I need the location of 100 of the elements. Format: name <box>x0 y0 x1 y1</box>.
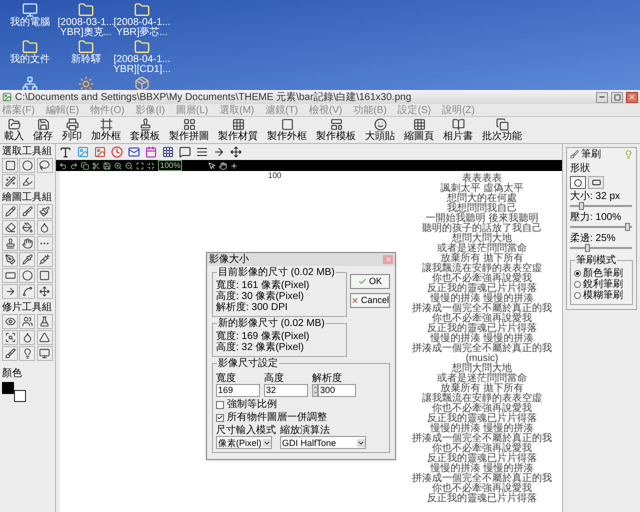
toolbar-button[interactable]: 縮圖頁 <box>402 118 436 142</box>
tool-button[interactable] <box>2 346 18 361</box>
arrow-icon[interactable] <box>213 146 225 158</box>
tool-button[interactable] <box>19 220 36 235</box>
checkbox[interactable] <box>216 414 224 422</box>
tool-button[interactable] <box>2 284 18 299</box>
lightbulb-icon[interactable] <box>624 150 633 159</box>
tool-button[interactable] <box>19 284 36 299</box>
tool-button[interactable] <box>19 252 36 267</box>
spinner-control[interactable] <box>312 384 318 397</box>
mail-icon[interactable] <box>128 146 140 158</box>
folder-icon[interactable] <box>134 39 150 55</box>
slider-thumb[interactable] <box>585 244 590 252</box>
minimize-button[interactable] <box>596 92 608 102</box>
zoom-level[interactable]: 100% <box>158 160 182 171</box>
tool-button[interactable] <box>36 252 53 267</box>
tool-button[interactable] <box>19 174 36 189</box>
toolbar-button[interactable]: 製作拼圖 <box>167 118 211 142</box>
radio-button[interactable] <box>574 281 581 288</box>
tool-button[interactable] <box>19 330 36 345</box>
text-tool-icon[interactable] <box>59 146 72 158</box>
undo-icon[interactable] <box>59 162 67 170</box>
tool-button[interactable] <box>2 236 18 251</box>
tool-button[interactable] <box>36 330 53 345</box>
checkbox[interactable] <box>216 400 224 408</box>
tool-button[interactable] <box>2 330 18 345</box>
tool-button[interactable] <box>19 268 36 283</box>
zoom-in-icon[interactable] <box>114 162 122 170</box>
tool-button[interactable] <box>36 204 53 219</box>
tool-button[interactable] <box>19 158 36 173</box>
slider-thumb[interactable] <box>625 223 630 231</box>
redo-icon[interactable] <box>70 162 78 170</box>
foreground-color-swatch[interactable] <box>2 382 14 394</box>
zoom-out-icon[interactable] <box>125 162 133 170</box>
background-color-swatch[interactable] <box>14 390 26 402</box>
toolbar-button[interactable]: 相片書 <box>441 118 475 142</box>
lines-icon[interactable] <box>196 146 208 158</box>
tool-button[interactable] <box>19 346 36 361</box>
folder-icon[interactable] <box>134 2 150 18</box>
sun-icon[interactable] <box>78 76 94 90</box>
hand-icon[interactable] <box>219 162 228 170</box>
toolbar-button[interactable]: 儲存 <box>31 118 55 142</box>
tool-button[interactable] <box>19 236 36 251</box>
input-field[interactable]: 169 <box>216 384 260 397</box>
radio-button[interactable] <box>574 292 581 299</box>
slider-thumb[interactable] <box>579 202 584 210</box>
tool-button[interactable] <box>36 346 53 361</box>
tool-button[interactable] <box>2 252 18 267</box>
tool-button[interactable] <box>36 236 53 251</box>
folder-icon[interactable] <box>78 39 94 55</box>
radio-button[interactable] <box>574 270 581 277</box>
tool-button[interactable] <box>2 220 18 235</box>
toolbar-button[interactable]: 大頭貼 <box>363 118 397 142</box>
toolbar-button[interactable]: 製作材質 <box>216 118 260 142</box>
tool-button[interactable] <box>19 314 36 329</box>
tool-button[interactable] <box>2 174 18 189</box>
toolbar-button[interactable]: 加外框 <box>89 118 123 142</box>
package-icon[interactable] <box>134 76 150 90</box>
toolbar-button[interactable]: 製作外框 <box>265 118 309 142</box>
dropdown[interactable]: 像素(Pixel) <box>216 436 272 449</box>
maximize-button[interactable] <box>611 92 623 102</box>
folder-icon[interactable] <box>22 39 38 55</box>
tool-button[interactable] <box>19 204 36 219</box>
close-button[interactable] <box>626 92 638 102</box>
cut-icon[interactable] <box>92 162 100 170</box>
toolbar-button[interactable]: 列印 <box>60 118 84 142</box>
photo-icon[interactable] <box>94 146 106 158</box>
tool-button[interactable] <box>2 158 18 173</box>
speech-bubble-icon[interactable] <box>179 146 191 158</box>
tool-button[interactable] <box>2 314 18 329</box>
calendar-icon[interactable] <box>145 146 157 158</box>
toolbar-button[interactable]: 批次功能 <box>480 118 524 142</box>
tool-button[interactable] <box>2 204 18 219</box>
input-field[interactable]: 32 <box>264 384 308 397</box>
move-icon[interactable] <box>230 146 242 158</box>
fit-icon[interactable] <box>136 162 144 170</box>
toolbar-button[interactable]: 套模板 <box>128 118 162 142</box>
grid-icon[interactable] <box>162 146 174 158</box>
tool-button[interactable] <box>36 220 53 235</box>
shape-button[interactable] <box>570 176 586 189</box>
clock-icon[interactable] <box>111 146 123 158</box>
ok-button[interactable]: OK <box>350 274 390 289</box>
plus-icon[interactable] <box>230 162 238 170</box>
toolbar-button[interactable]: 製作模板 <box>314 118 358 142</box>
tool-button[interactable] <box>36 158 53 173</box>
pointer-icon[interactable] <box>208 162 216 170</box>
dropdown[interactable]: GDI HalfTone <box>280 436 366 449</box>
cancel-button[interactable]: Cancel <box>350 293 390 308</box>
save-icon[interactable] <box>103 162 111 170</box>
tool-button[interactable] <box>2 268 18 283</box>
network-icon[interactable] <box>22 76 38 90</box>
tool-button[interactable] <box>36 268 53 283</box>
copy-icon[interactable] <box>81 162 89 170</box>
shape-button[interactable] <box>588 176 604 189</box>
tool-button[interactable] <box>36 284 53 299</box>
input-field[interactable]: 300 <box>318 384 356 397</box>
computer-icon[interactable] <box>22 2 38 18</box>
tool-button[interactable] <box>36 314 53 329</box>
folder-icon[interactable] <box>78 2 94 18</box>
toolbar-button[interactable]: 載入 <box>2 118 26 142</box>
